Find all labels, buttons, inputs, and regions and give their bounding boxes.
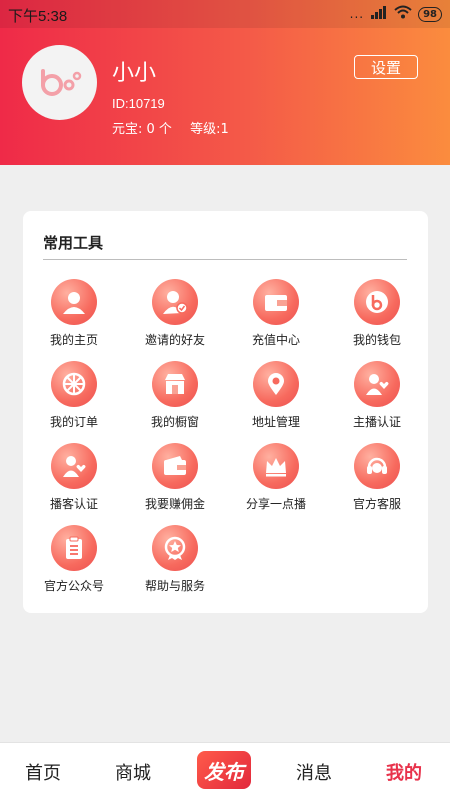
commission-wallet-icon	[152, 443, 198, 489]
brand-logo-icon	[40, 68, 81, 96]
tool-label: 地址管理	[251, 415, 300, 429]
tool-label: 播客认证	[49, 497, 98, 511]
bottom-nav: 首页 商城 发布 消息 我的	[0, 742, 450, 800]
tool-label: 我的橱窗	[150, 415, 199, 429]
battery-icon: 98	[418, 6, 442, 22]
tool-my-wallet[interactable]: 我的钱包	[327, 279, 427, 348]
tool-my-orders[interactable]: 我的订单	[24, 361, 124, 430]
person-icon	[51, 279, 97, 325]
status-time: 下午5:38	[8, 8, 68, 25]
tool-label: 我的钱包	[352, 333, 401, 347]
podcaster-verify-icon	[51, 443, 97, 489]
location-pin-icon	[253, 361, 299, 407]
tool-label: 主播认证	[352, 415, 401, 429]
user-level: 等级:1	[190, 122, 229, 137]
star-badge-icon	[152, 525, 198, 571]
nav-mine[interactable]: 我的	[386, 759, 422, 785]
nav-messages[interactable]: 消息	[296, 759, 332, 785]
tool-label: 官方客服	[352, 497, 401, 511]
tools-title: 常用工具	[43, 234, 104, 252]
tool-address-management[interactable]: 地址管理	[226, 361, 326, 430]
tool-label: 邀请的好友	[144, 333, 205, 347]
tool-official-account[interactable]: 官方公众号	[24, 525, 124, 594]
tool-recharge-center[interactable]: 充值中心	[226, 279, 326, 348]
tool-invited-friends[interactable]: 邀请的好友	[125, 279, 225, 348]
invite-friend-icon	[152, 279, 198, 325]
status-bar: 下午5:38 ... 98	[0, 0, 450, 28]
wifi-icon	[394, 5, 412, 23]
tool-label: 帮助与服务	[144, 579, 205, 593]
storefront-icon	[152, 361, 198, 407]
tool-podcaster-verification[interactable]: 播客认证	[24, 443, 124, 512]
tool-customer-service[interactable]: 官方客服	[327, 443, 427, 512]
wheel-icon	[51, 361, 97, 407]
tool-label: 充值中心	[251, 333, 300, 347]
crown-icon	[253, 443, 299, 489]
publish-button[interactable]: 发布	[197, 751, 251, 789]
tool-my-homepage[interactable]: 我的主页	[24, 279, 124, 348]
tool-my-showcase[interactable]: 我的橱窗	[125, 361, 225, 430]
tool-label: 我要赚佣金	[144, 497, 205, 511]
tool-earn-commission[interactable]: 我要赚佣金	[125, 443, 225, 512]
tool-label: 分享一点播	[245, 497, 306, 511]
nav-home[interactable]: 首页	[25, 759, 61, 785]
avatar[interactable]	[22, 45, 97, 120]
tool-share[interactable]: 分享一点播	[226, 443, 326, 512]
anchor-verify-icon	[354, 361, 400, 407]
tool-anchor-verification[interactable]: 主播认证	[327, 361, 427, 430]
tools-divider	[43, 259, 407, 260]
headset-icon	[354, 443, 400, 489]
wallet-card-icon	[253, 279, 299, 325]
user-meta: 元宝: 0 个 等级:1	[112, 118, 243, 137]
tool-label: 我的订单	[49, 415, 98, 429]
tool-label: 我的主页	[49, 333, 98, 347]
tool-help-service[interactable]: 帮助与服务	[125, 525, 225, 594]
nav-mall[interactable]: 商城	[115, 759, 151, 785]
yuanbao-count: 元宝: 0 个	[112, 122, 172, 137]
clipboard-icon	[51, 525, 97, 571]
user-id: ID:10719	[112, 96, 165, 111]
profile-header: 下午5:38 ... 98 小小 ID:10719 元宝: 0 个 等级:1 设…	[0, 0, 450, 165]
signal-icon	[370, 5, 388, 23]
notification-dots: ...	[349, 7, 365, 21]
status-icons: ... 98	[350, 5, 442, 23]
settings-button[interactable]: 设置	[354, 55, 418, 79]
username: 小小	[112, 61, 157, 86]
tools-card: 常用工具 我的主页 邀请的好友 充值中心 我的钱包 我的订单 我的橱窗 地址管理…	[23, 211, 428, 613]
tool-label: 官方公众号	[43, 579, 104, 593]
brand-coin-icon	[354, 279, 400, 325]
